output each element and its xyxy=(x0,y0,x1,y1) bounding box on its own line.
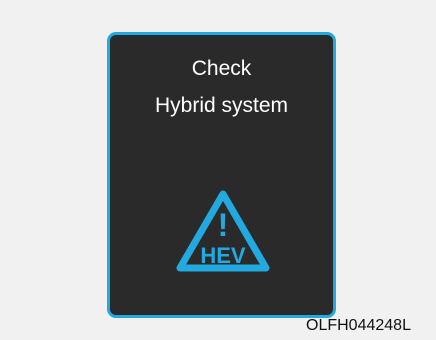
hev-warning-triangle-icon: ! HEV xyxy=(176,190,270,272)
exclamation-mark: ! xyxy=(218,207,229,243)
check-text: Check xyxy=(191,57,252,80)
warning-display-panel: Check Hybrid system ! HEV xyxy=(107,32,336,318)
image-code-caption: OLFH044248L xyxy=(306,317,411,334)
hybrid-system-text: Hybrid system xyxy=(154,94,289,117)
hev-label: HEV xyxy=(200,243,246,268)
